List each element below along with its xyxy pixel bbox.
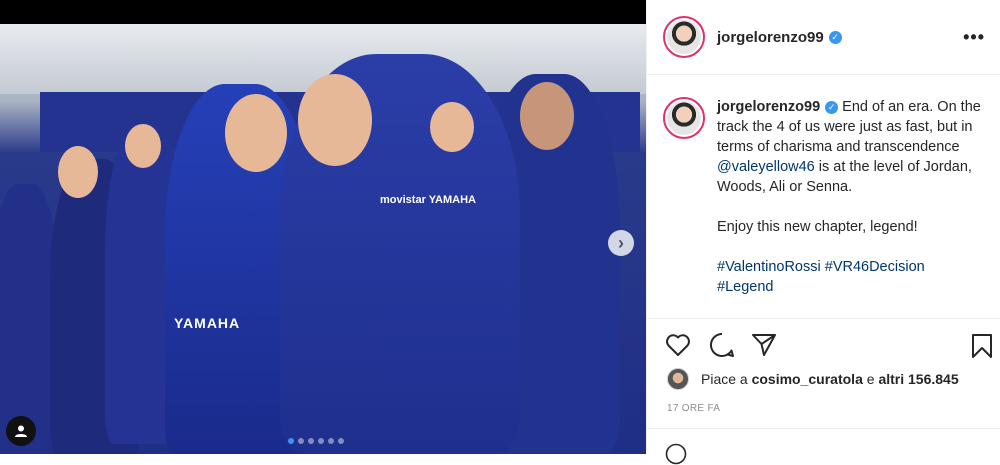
caption-paragraph-2: Enjoy this new chapter, legend!: [717, 219, 918, 235]
carousel-next-button[interactable]: ›: [608, 230, 634, 256]
liker-avatar[interactable]: [667, 368, 689, 390]
header-avatar[interactable]: [663, 16, 705, 58]
carousel-dot: [318, 438, 324, 444]
header-username[interactable]: jorgelorenzo99: [717, 29, 824, 46]
post-side-panel: jorgelorenzo99 ✓ ••• jorgelorenzo99 ✓ End…: [646, 0, 1000, 465]
user-icon: [15, 425, 27, 437]
verified-badge-icon: ✓: [825, 100, 839, 114]
shirt-logo-text: movistar YAMAHA: [380, 194, 476, 206]
caption-avatar[interactable]: [663, 97, 705, 139]
emoji-icon[interactable]: [665, 443, 687, 465]
mention-link[interactable]: @valeyellow46: [717, 159, 815, 175]
post-image[interactable]: movistar YAMAHA YAMAHA ›: [0, 24, 646, 454]
face-older-man: [125, 124, 161, 168]
likes-middle: e: [862, 371, 879, 387]
face-rossi: [298, 74, 372, 166]
more-options-icon[interactable]: •••: [963, 27, 985, 48]
carousel-dot: [298, 438, 304, 444]
avatar-image: [667, 20, 701, 54]
likes-prefix: Piace a: [701, 371, 752, 387]
caption-section: jorgelorenzo99 ✓ End of an era. On the tr…: [647, 75, 1000, 318]
heart-icon[interactable]: [665, 333, 691, 357]
caption-body: jorgelorenzo99 ✓ End of an era. On the tr…: [717, 97, 985, 318]
likes-summary: Piace a cosimo_curatola e altri 156.845: [667, 368, 959, 390]
comment-icon[interactable]: [709, 332, 735, 358]
face-bald-man: [430, 102, 474, 152]
comment-bar: [647, 428, 1000, 465]
top-black-bar: [0, 0, 646, 24]
carousel-dot: [288, 438, 294, 444]
bookmark-icon[interactable]: [971, 333, 993, 359]
carousel-dot: [328, 438, 334, 444]
carousel-dot: [338, 438, 344, 444]
carousel-indicator: [288, 438, 344, 444]
likes-count[interactable]: altri 156.845: [878, 371, 958, 387]
avatar-image: [667, 101, 701, 135]
share-icon[interactable]: [751, 333, 777, 357]
caption-paragraph: jorgelorenzo99 ✓ End of an era. On the tr…: [717, 97, 985, 197]
tagged-users-button[interactable]: [6, 416, 36, 446]
face-lorenzo: [225, 94, 287, 172]
post-timestamp[interactable]: 17 ORE FA: [667, 403, 720, 414]
hashtag-link[interactable]: #VR46Decision: [825, 259, 925, 275]
carousel-dot: [308, 438, 314, 444]
verified-badge-icon: ✓: [828, 30, 842, 44]
hashtags: #ValentinoRossi #VR46Decision #Legend: [717, 257, 985, 297]
face-right-man: [520, 82, 574, 150]
action-bar: [647, 318, 1000, 374]
post-header: jorgelorenzo99 ✓ •••: [647, 0, 1000, 75]
caption-username[interactable]: jorgelorenzo99: [717, 99, 820, 115]
hashtag-link[interactable]: #ValentinoRossi: [717, 259, 821, 275]
hashtag-link[interactable]: #Legend: [717, 279, 773, 295]
face-woman: [58, 146, 98, 198]
liker-username[interactable]: cosimo_curatola: [752, 371, 863, 387]
chevron-right-icon: ›: [618, 232, 624, 253]
suit-logo-text: YAMAHA: [174, 315, 241, 331]
